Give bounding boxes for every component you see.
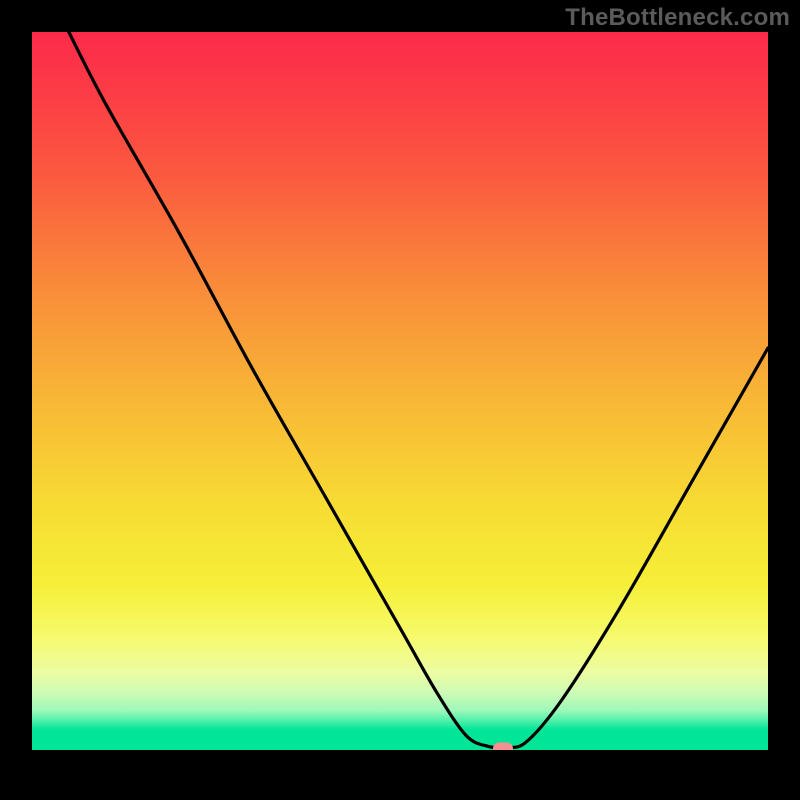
- chart-frame: TheBottleneck.com: [0, 0, 800, 800]
- bottleneck-curve: [32, 32, 768, 750]
- optimal-point-marker: [493, 742, 513, 750]
- plot-area: [32, 32, 768, 750]
- watermark-text: TheBottleneck.com: [565, 4, 790, 32]
